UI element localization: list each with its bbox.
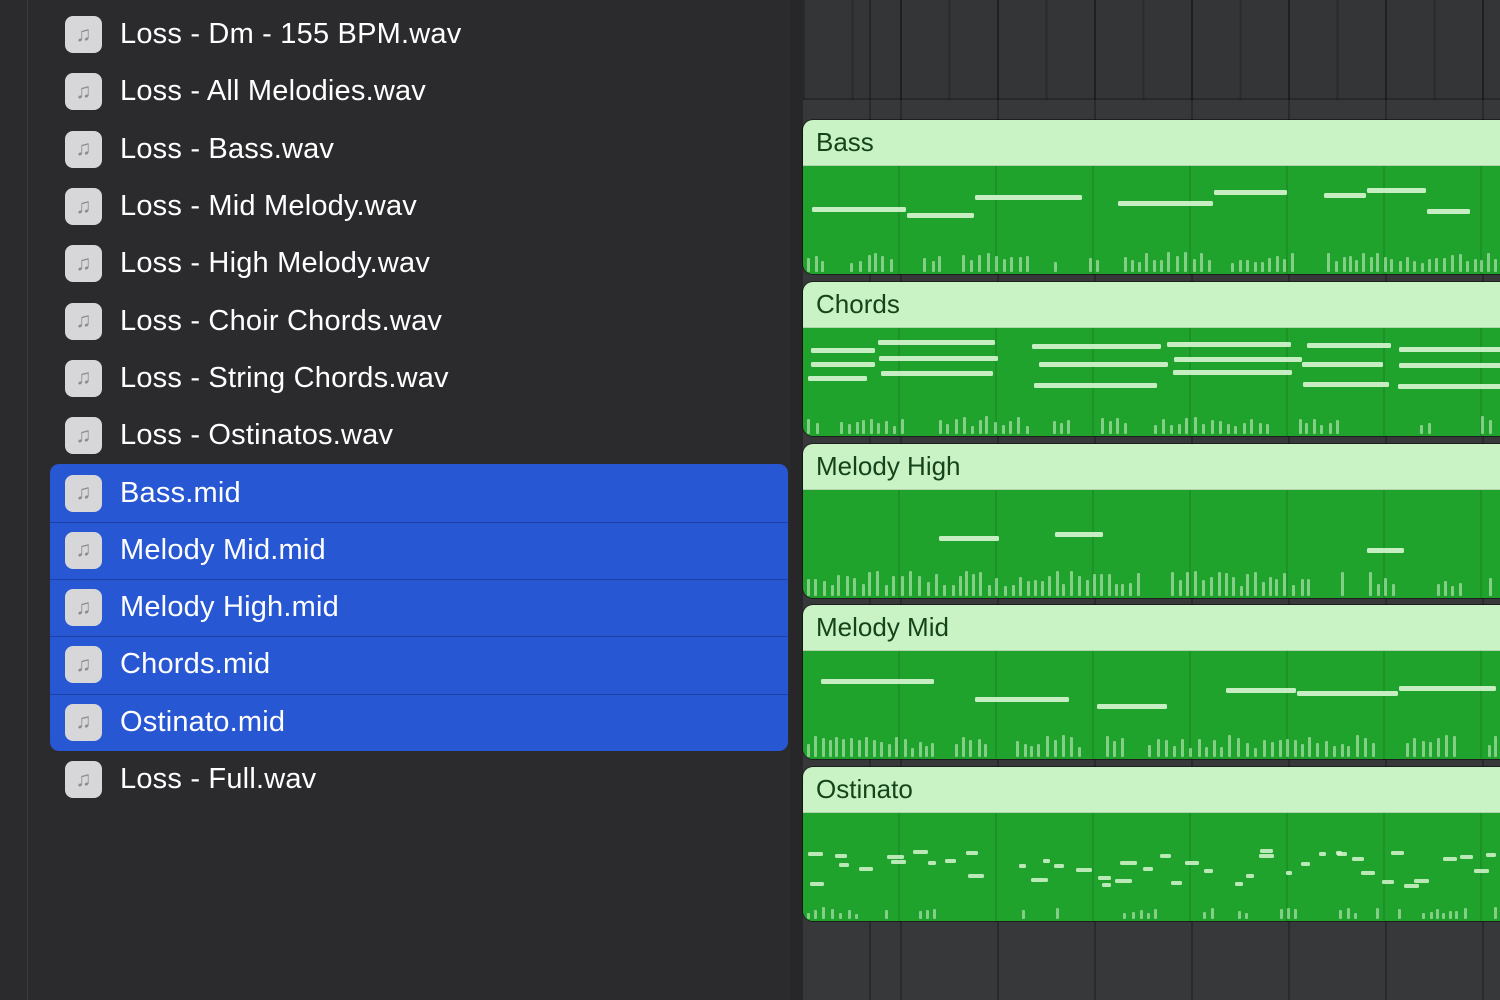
timeline-area[interactable]: Bass Chords Melody High Melody Mid Ostinato xyxy=(790,0,1500,1000)
midi-region-bass[interactable]: Bass xyxy=(803,120,1500,274)
region-notes xyxy=(803,166,1500,274)
file-list-item[interactable]: ♫ Loss - Dm - 155 BPM.wav xyxy=(50,6,788,63)
region-notes xyxy=(803,651,1500,759)
region-notes xyxy=(803,328,1500,436)
music-file-icon: ♫ xyxy=(65,417,102,455)
file-list-item[interactable]: ♫ Ostinato.mid xyxy=(50,693,788,751)
region-header: Ostinato xyxy=(803,767,1500,813)
region-notes xyxy=(803,813,1500,921)
midi-region-melody-mid[interactable]: Melody Mid xyxy=(803,605,1500,759)
file-label: Loss - All Melodies.wav xyxy=(120,75,426,108)
midi-region-chords[interactable]: Chords xyxy=(803,282,1500,436)
file-list-item[interactable]: ♫ Loss - String Chords.wav xyxy=(50,350,788,407)
file-label: Loss - String Chords.wav xyxy=(120,361,449,394)
file-label: Loss - Choir Chords.wav xyxy=(120,304,443,337)
music-file-icon: ♫ xyxy=(65,245,102,283)
file-list: ♫ Loss - Dm - 155 BPM.wav ♫ Loss - All Melo… xyxy=(50,6,788,808)
file-list-item[interactable]: ♫ Bass.mid xyxy=(50,464,788,522)
file-list-item[interactable]: ♫ Loss - High Melody.wav xyxy=(50,235,788,292)
region-name: Bass xyxy=(816,127,874,157)
midi-region-melody-high[interactable]: Melody High xyxy=(803,444,1500,598)
music-file-icon: ♫ xyxy=(65,302,102,340)
track-left-gutter xyxy=(790,0,803,1000)
regions-layer: Bass Chords Melody High Melody Mid Ostinato xyxy=(803,0,1500,1000)
file-label: Bass.mid xyxy=(120,476,241,509)
music-file-icon: ♫ xyxy=(65,188,102,226)
panel-gutter-divider xyxy=(27,0,28,1000)
file-label: Loss - Dm - 155 BPM.wav xyxy=(120,18,462,51)
music-file-icon: ♫ xyxy=(65,130,102,168)
region-name: Melody High xyxy=(816,451,961,481)
file-label: Loss - Ostinatos.wav xyxy=(120,419,394,452)
region-header: Bass xyxy=(803,120,1500,166)
file-label: Loss - Full.wav xyxy=(120,763,317,795)
file-label: Loss - High Melody.wav xyxy=(120,247,431,280)
region-header: Melody High xyxy=(803,444,1500,490)
region-header: Chords xyxy=(803,282,1500,328)
file-list-item[interactable]: ♫ Loss - Ostinatos.wav xyxy=(50,407,788,464)
file-list-item[interactable]: ♫ Loss - Mid Melody.wav xyxy=(50,178,788,235)
daw-window: ♫ Loss - Dm - 155 BPM.wav ♫ Loss - All Melo… xyxy=(0,0,1500,1000)
region-name: Chords xyxy=(816,289,900,319)
music-file-icon: ♫ xyxy=(65,474,102,512)
file-list-item[interactable]: ♫ Loss - Choir Chords.wav xyxy=(50,292,788,349)
music-file-icon: ♫ xyxy=(65,646,102,684)
file-label: Melody High.mid xyxy=(120,591,339,624)
file-label: Chords.mid xyxy=(120,648,271,681)
file-list-item[interactable]: ♫ Melody High.mid xyxy=(50,578,788,637)
music-file-icon: ♫ xyxy=(65,589,102,627)
region-header: Melody Mid xyxy=(803,605,1500,651)
file-browser-panel: ♫ Loss - Dm - 155 BPM.wav ♫ Loss - All Melo… xyxy=(0,0,790,1000)
music-file-icon: ♫ xyxy=(65,703,102,741)
music-file-icon: ♫ xyxy=(65,73,102,111)
file-label: Ostinato.mid xyxy=(120,705,286,738)
music-file-icon: ♫ xyxy=(65,761,102,798)
file-label: Melody Mid.mid xyxy=(120,533,326,566)
midi-region-ostinato[interactable]: Ostinato xyxy=(803,767,1500,921)
file-label: Loss - Bass.wav xyxy=(120,132,335,165)
file-list-item[interactable]: ♫ Loss - Full.wav xyxy=(50,751,788,808)
music-file-icon: ♫ xyxy=(65,531,102,569)
region-notes xyxy=(803,490,1500,598)
music-file-icon: ♫ xyxy=(65,16,102,54)
region-name: Melody Mid xyxy=(816,612,949,642)
region-name: Ostinato xyxy=(816,774,913,804)
music-file-icon: ♫ xyxy=(65,359,102,397)
file-list-item[interactable]: ♫ Loss - Bass.wav xyxy=(50,121,788,178)
file-list-item[interactable]: ♫ Melody Mid.mid xyxy=(50,521,788,579)
file-list-item[interactable]: ♫ Loss - All Melodies.wav xyxy=(50,63,788,120)
file-list-item[interactable]: ♫ Chords.mid xyxy=(50,636,788,694)
file-label: Loss - Mid Melody.wav xyxy=(120,190,417,223)
